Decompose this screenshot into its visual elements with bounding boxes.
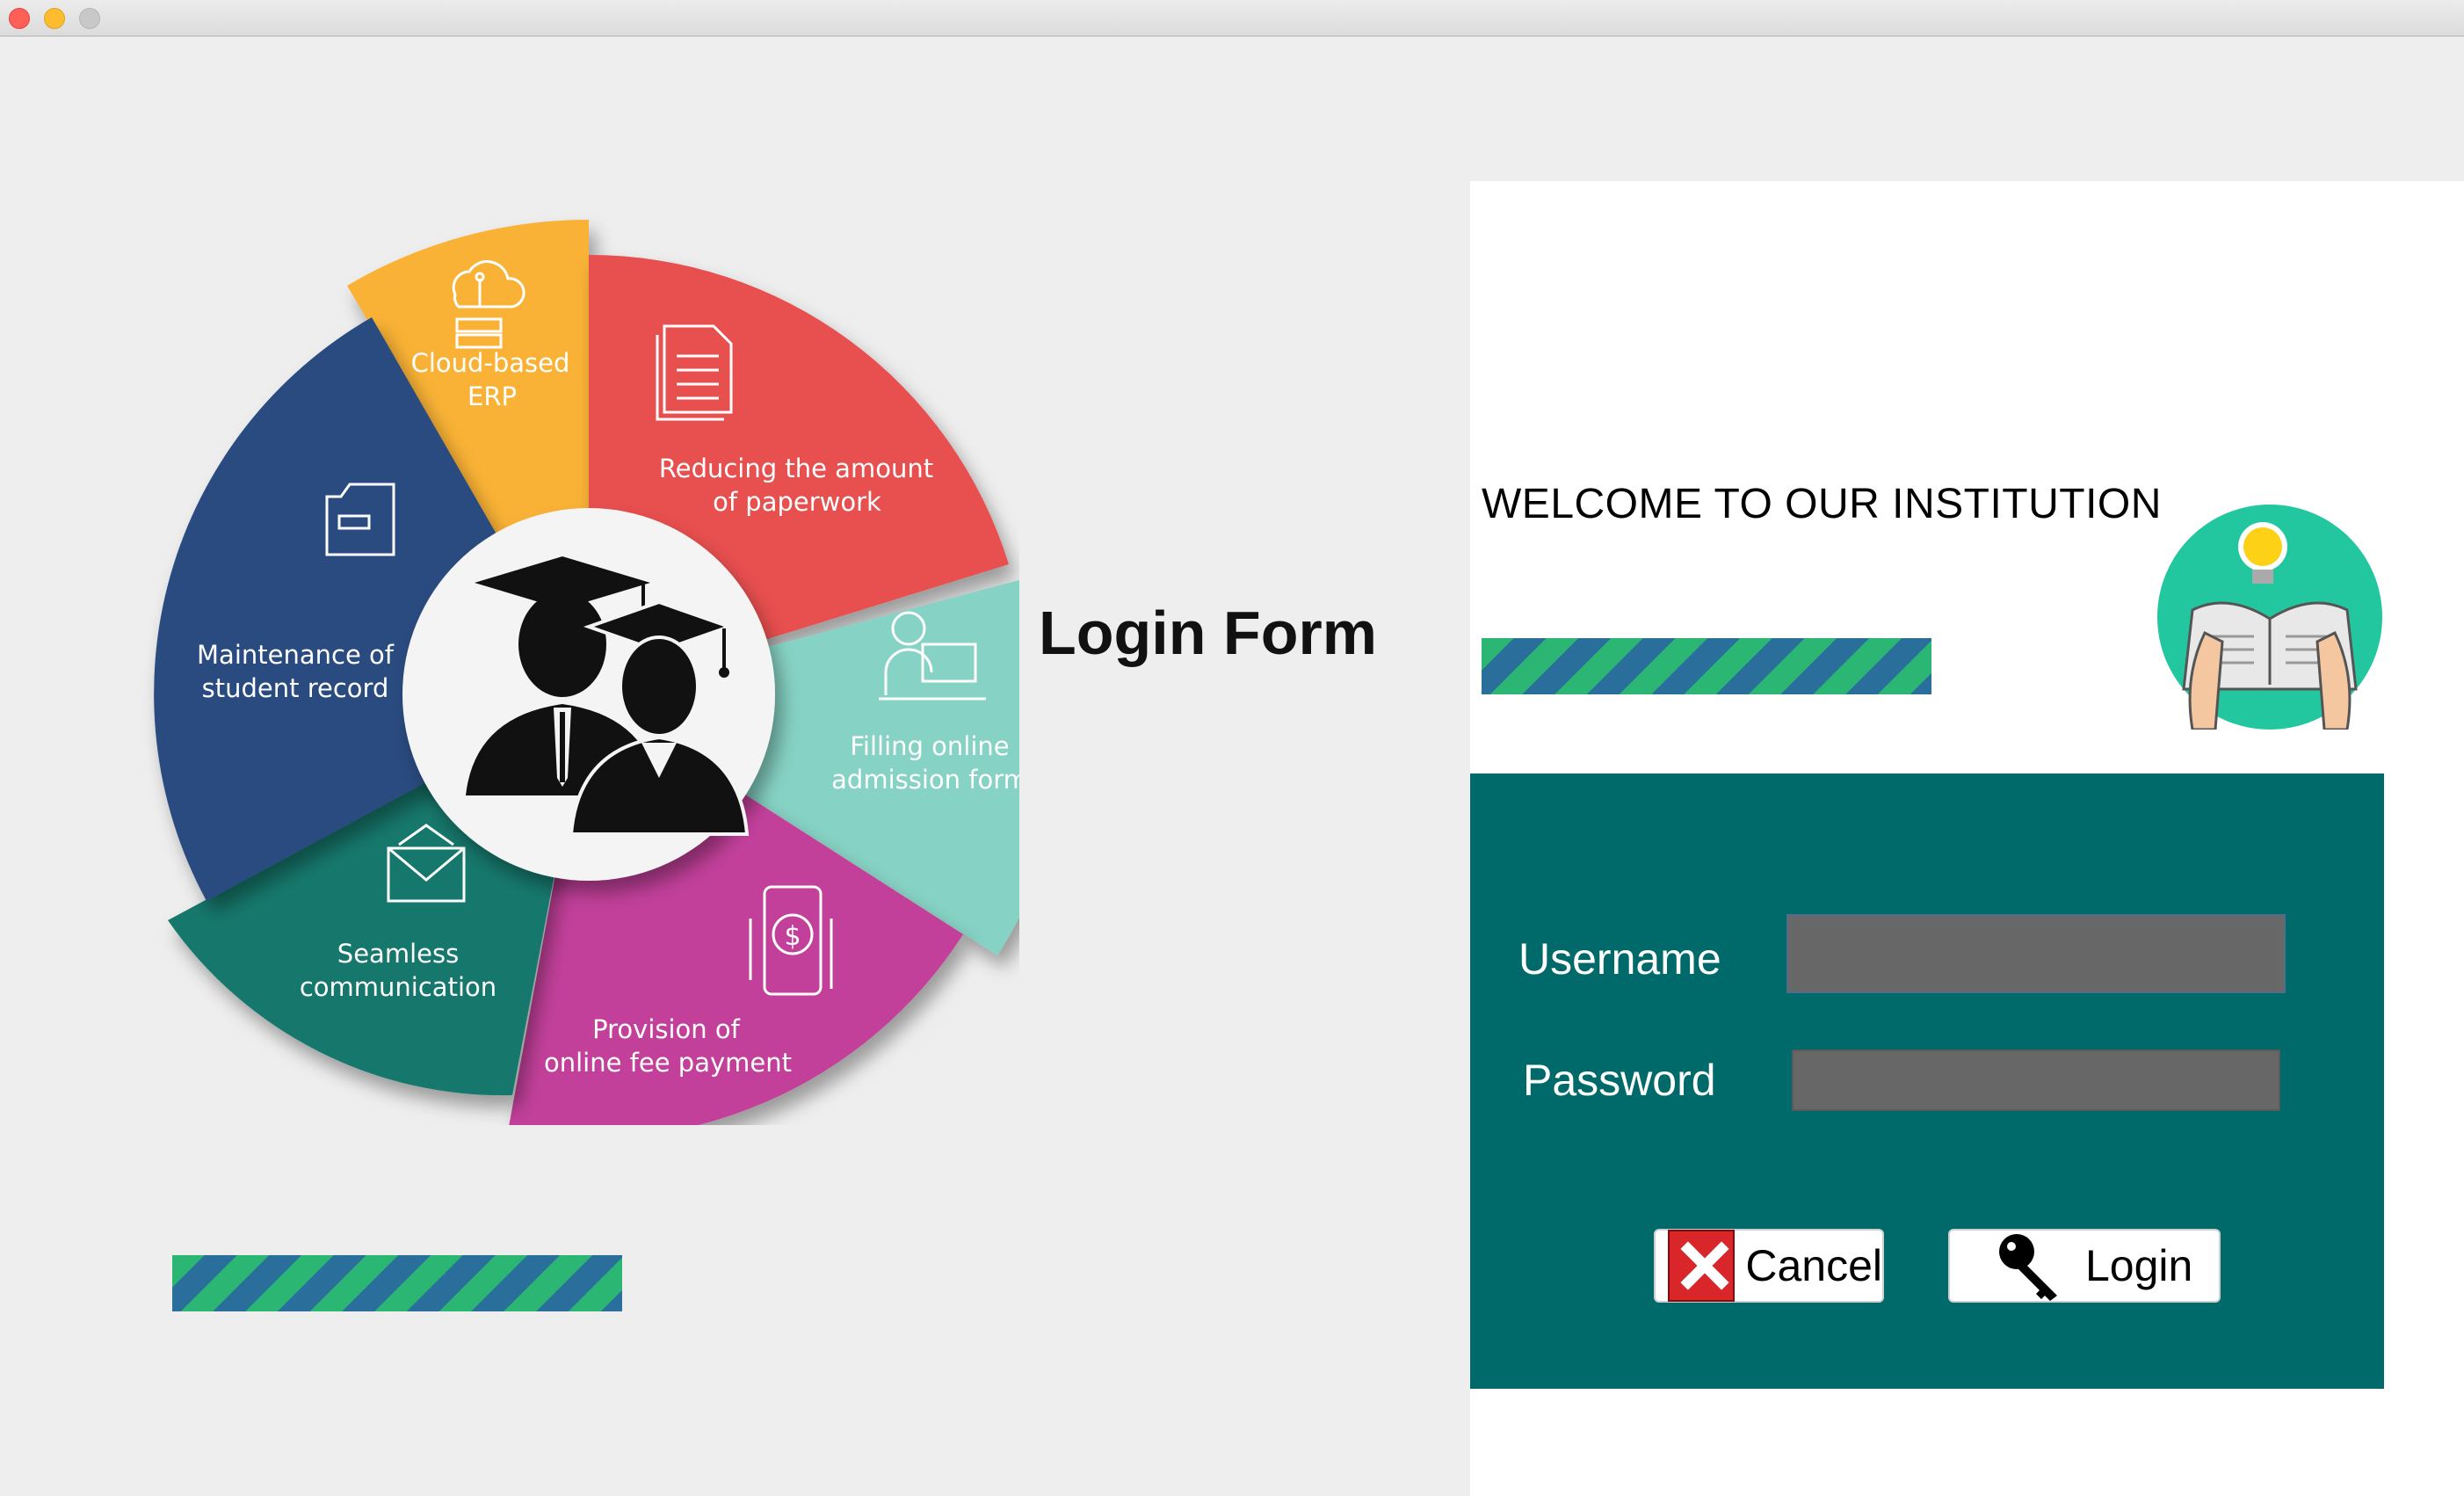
wheel-label-cloud-erp-2: ERP <box>467 381 517 411</box>
wheel-label-admission-1: Filling online <box>850 731 1009 761</box>
wheel-label-communication-2: communication <box>300 972 496 1002</box>
wheel-label-fee-payment-2: online fee payment <box>544 1048 792 1078</box>
username-label: Username <box>1518 934 1721 984</box>
wheel-label-cloud-erp-1: Cloud-based <box>411 348 570 378</box>
login-form-title: Login Form <box>1039 599 1377 667</box>
decorative-stripe-right <box>1482 638 1931 694</box>
login-button[interactable]: Login <box>1948 1229 2221 1303</box>
key-icon <box>1999 1234 2057 1301</box>
cancel-button-label: Cancel <box>1745 1241 1882 1290</box>
wheel-label-fee-payment-1: Provision of <box>592 1014 740 1044</box>
password-input[interactable] <box>1792 1049 2280 1111</box>
login-button-label: Login <box>2085 1241 2193 1290</box>
wheel-label-communication-1: Seamless <box>337 939 459 969</box>
wheel-label-paperwork-2: of paperwork <box>713 487 881 517</box>
window-minimize-button[interactable] <box>44 8 65 29</box>
svg-text:$: $ <box>784 921 801 952</box>
window-close-button[interactable] <box>9 8 30 29</box>
window-maximize-button[interactable] <box>79 8 100 29</box>
wheel-label-paperwork-1: Reducing the amount <box>659 454 933 483</box>
erp-features-wheel: $ Cloud-based ERP Reducing the amount of… <box>154 219 1019 1125</box>
wheel-label-admission-2: admission form <box>831 765 1019 795</box>
wheel-label-student-record-1: Maintenance of <box>197 640 395 670</box>
cancel-x-icon <box>1668 1230 1736 1302</box>
cancel-button[interactable]: Cancel <box>1654 1229 1884 1303</box>
welcome-heading: WELCOME TO OUR INSTITUTION <box>1482 481 2162 527</box>
password-label: Password <box>1523 1056 1716 1105</box>
idea-book-icon <box>2157 505 2382 730</box>
window-titlebar <box>0 0 2464 37</box>
decorative-stripe-left <box>172 1255 622 1311</box>
wheel-label-student-record-2: student record <box>202 673 389 703</box>
username-input[interactable] <box>1786 914 2286 993</box>
